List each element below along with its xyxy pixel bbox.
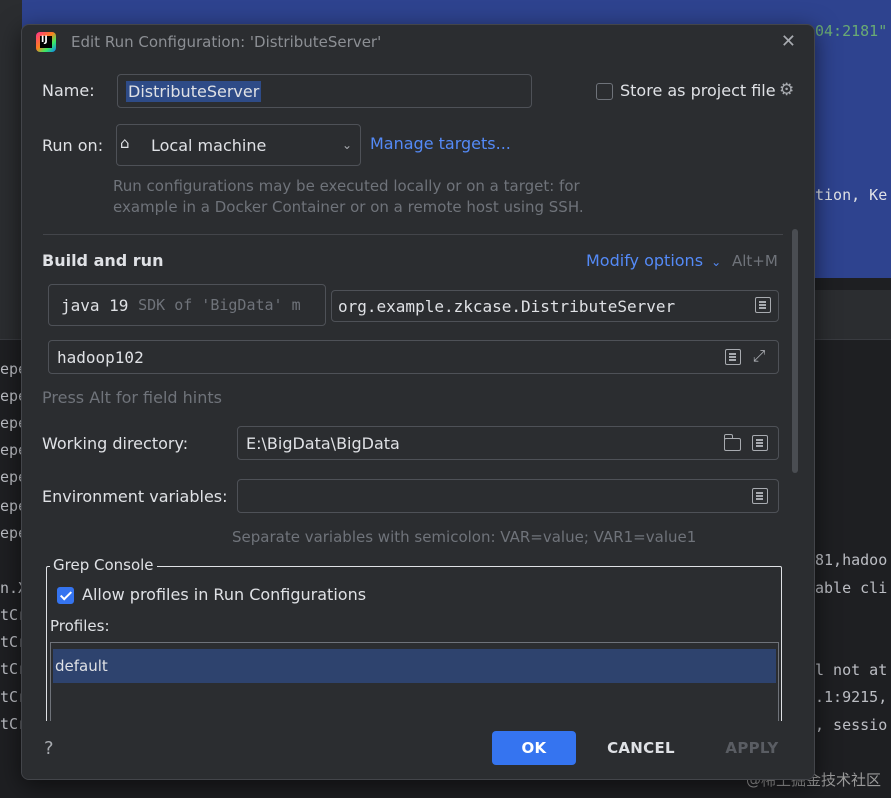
- store-as-project-file-label[interactable]: Store as project file: [620, 81, 776, 100]
- working-directory-label: Working directory:: [42, 434, 189, 453]
- run-on-label: Run on:: [42, 136, 104, 155]
- console-line: 81,hadoo: [815, 551, 888, 569]
- environment-variables-input[interactable]: [237, 479, 779, 513]
- home-icon: ⌂: [120, 134, 130, 152]
- editor-code-fragment: tion, Ke: [815, 186, 888, 204]
- console-line: , sessio: [815, 716, 888, 734]
- working-directory-input[interactable]: E:\BigData\BigData: [237, 426, 779, 460]
- jdk-value: java 19: [61, 295, 129, 315]
- chevron-down-icon: ⌄: [711, 255, 722, 269]
- manage-targets-link[interactable]: Manage targets...: [370, 134, 511, 153]
- run-on-dropdown[interactable]: ⌂ Local machine ⌄: [116, 124, 361, 166]
- folder-icon[interactable]: [723, 434, 741, 451]
- build-and-run-heading: Build and run: [42, 251, 164, 270]
- run-on-value: Local machine: [151, 136, 267, 155]
- modify-options-label: Modify options: [586, 251, 704, 270]
- expand-icon[interactable]: ⤢: [751, 348, 767, 364]
- run-on-hint: example in a Docker Container or on a re…: [113, 198, 584, 216]
- field-hint: Press Alt for field hints: [42, 388, 222, 407]
- store-as-project-file-checkbox[interactable]: [596, 83, 613, 100]
- grep-console-title: Grep Console: [50, 556, 157, 574]
- dialog-footer: ? OK CANCEL APPLY: [22, 721, 814, 779]
- editor-gutter: [0, 0, 22, 290]
- macros-icon[interactable]: [725, 349, 741, 365]
- ok-button[interactable]: OK: [492, 731, 576, 765]
- browse-class-icon[interactable]: [755, 297, 771, 313]
- allow-profiles-label[interactable]: Allow profiles in Run Configurations: [82, 585, 366, 604]
- help-icon[interactable]: ?: [44, 738, 54, 759]
- chevron-down-icon: ⌄: [342, 138, 353, 152]
- name-input-value: DistributeServer: [126, 80, 262, 102]
- program-arguments-value: hadoop102: [57, 347, 144, 367]
- program-arguments-input[interactable]: hadoop102: [48, 340, 779, 374]
- editor-code-fragment: 04:2181": [815, 22, 888, 40]
- console-line: able cli: [815, 579, 888, 597]
- console-line: .1:9215,: [815, 688, 888, 706]
- gear-icon[interactable]: ⚙: [779, 80, 794, 100]
- main-class-input[interactable]: org.example.zkcase.DistributeServer: [331, 290, 779, 322]
- run-on-hint: Run configurations may be executed local…: [113, 177, 580, 195]
- console-line: l not at: [815, 661, 888, 679]
- close-icon[interactable]: ✕: [781, 32, 796, 52]
- scrollbar[interactable]: [792, 229, 798, 473]
- cancel-button[interactable]: CANCEL: [596, 731, 686, 765]
- modify-options-link[interactable]: Modify options ⌄: [586, 251, 721, 270]
- environment-variables-label: Environment variables:: [42, 487, 228, 506]
- environment-variables-hint: Separate variables with semicolon: VAR=v…: [232, 528, 697, 546]
- main-class-value: org.example.zkcase.DistributeServer: [338, 296, 676, 316]
- name-input[interactable]: DistributeServer: [117, 74, 532, 108]
- apply-button[interactable]: APPLY: [712, 731, 792, 765]
- macros-icon[interactable]: [752, 435, 768, 451]
- allow-profiles-checkbox[interactable]: [57, 587, 74, 604]
- jdk-detail: SDK of 'BigData' m: [138, 296, 301, 314]
- profiles-label: Profiles:: [50, 617, 110, 635]
- name-label: Name:: [42, 81, 95, 100]
- list-item[interactable]: default: [53, 649, 776, 683]
- intellij-logo-icon: IJ: [36, 32, 56, 52]
- dialog-titlebar[interactable]: IJ Edit Run Configuration: 'DistributeSe…: [22, 25, 814, 61]
- jdk-selector[interactable]: java 19 SDK of 'BigData' m: [48, 284, 326, 326]
- edit-run-configuration-dialog: IJ Edit Run Configuration: 'DistributeSe…: [21, 24, 815, 780]
- working-directory-value: E:\BigData\BigData: [246, 433, 400, 453]
- modify-options-shortcut: Alt+M: [732, 252, 778, 270]
- dialog-title: Edit Run Configuration: 'DistributeServe…: [71, 33, 382, 51]
- separator: [43, 234, 783, 235]
- edit-environment-icon[interactable]: [752, 488, 768, 504]
